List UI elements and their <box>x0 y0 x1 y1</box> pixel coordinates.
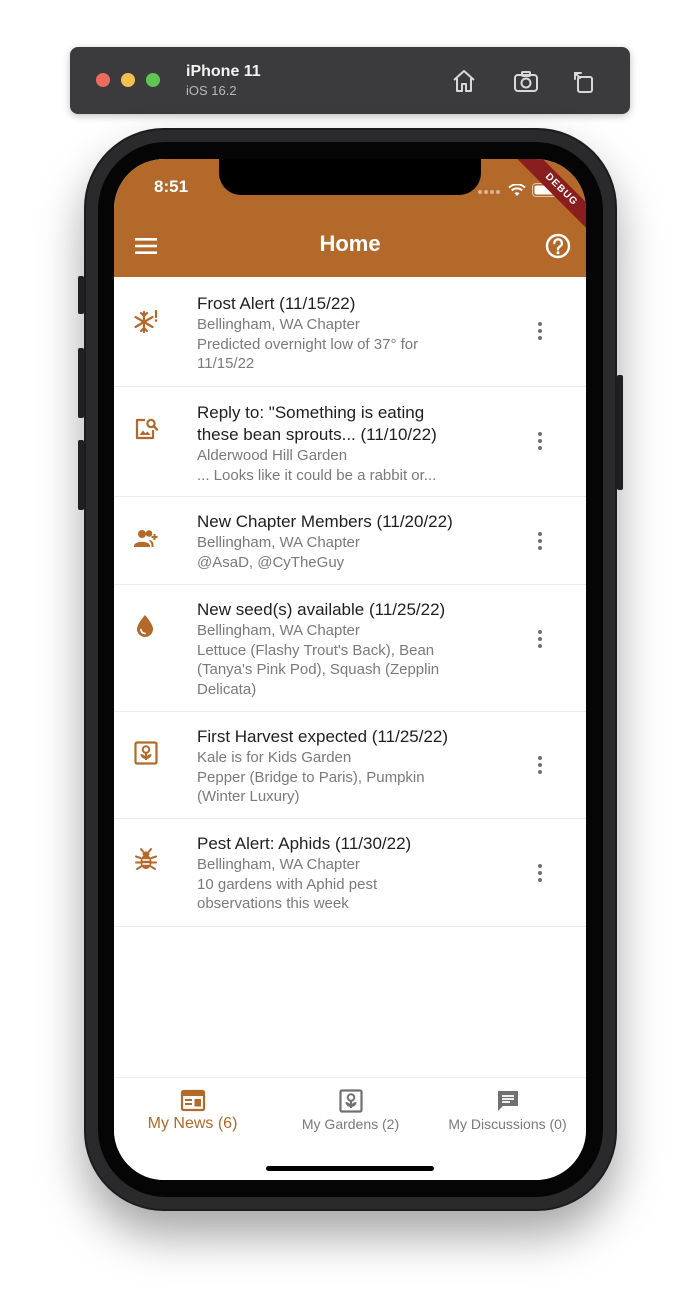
more-options-icon[interactable] <box>532 753 548 777</box>
more-options-icon[interactable] <box>532 529 548 553</box>
item-subtitle: Bellingham, WA Chapter <box>197 534 360 551</box>
frost-alert-icon <box>134 309 158 334</box>
garden-icon <box>134 741 158 765</box>
item-text: New seed(s) available (11/25/22) Belling… <box>197 599 497 699</box>
zoom-window-button[interactable] <box>146 73 160 87</box>
tab-my-discussions[interactable]: My Discussions (0) <box>429 1078 586 1148</box>
item-subtitle: Kale is for Kids Garden <box>197 749 352 766</box>
garden-icon <box>339 1089 363 1113</box>
item-subtitle: Alderwood Hill Garden <box>197 447 348 464</box>
minimize-window-button[interactable] <box>121 73 135 87</box>
rotate-icon[interactable] <box>570 67 598 95</box>
item-text: New Chapter Members (11/20/22) Bellingha… <box>197 511 497 572</box>
item-text: Frost Alert (11/15/22) Bellingham, WA Ch… <box>197 293 497 374</box>
item-detail: 10 gardens with Aphid pest <box>197 875 378 893</box>
tab-label: My Gardens (2) <box>301 1116 400 1132</box>
item-title: Reply to: "Something is eating <box>197 403 425 422</box>
item-detail: ... Looks like it could be a rabbit or..… <box>197 466 437 484</box>
status-time: 8:51 <box>154 177 189 196</box>
item-text: Pest Alert: Aphids (11/30/22) Bellingham… <box>197 833 497 914</box>
item-detail: (Tanya's Pink Pod), Squash (Zepplin <box>197 661 440 678</box>
item-subtitle: Bellingham, WA Chapter <box>197 316 360 333</box>
item-subtitle: Bellingham, WA Chapter <box>197 622 360 639</box>
item-detail: Pepper (Bridge to Paris), Pumpkin <box>197 768 425 786</box>
news-list: Frost Alert (11/15/22) Bellingham, WA Ch… <box>114 277 586 927</box>
app-bar: 8:51 DEBUG Home <box>114 159 586 277</box>
screenshot-icon[interactable] <box>512 67 540 95</box>
item-detail: Lettuce (Flashy Trout's Back), Bean <box>197 641 435 659</box>
chat-icon <box>498 1091 518 1111</box>
list-item[interactable]: Reply to: "Something is eating these bea… <box>114 387 586 497</box>
item-detail: Delicata) <box>197 680 257 698</box>
simulator-toolbar: iPhone 11 iOS 16.2 <box>70 47 630 114</box>
tab-my-news[interactable]: My News (6) <box>114 1078 271 1148</box>
news-icon <box>180 1089 206 1112</box>
item-subtitle: Bellingham, WA Chapter <box>197 856 360 873</box>
list-item[interactable]: Frost Alert (11/15/22) Bellingham, WA Ch… <box>114 277 586 387</box>
item-title: New seed(s) available (11/25/22) <box>197 600 446 619</box>
image-search-icon <box>135 418 159 440</box>
tab-label: My News (6) <box>147 1115 238 1132</box>
page-title: Home <box>319 231 381 256</box>
more-options-icon[interactable] <box>532 627 548 651</box>
item-text: Reply to: "Something is eating these bea… <box>197 402 497 485</box>
group-add-icon <box>134 530 158 547</box>
list-item[interactable]: New seed(s) available (11/25/22) Belling… <box>114 585 586 712</box>
more-options-icon[interactable] <box>532 861 548 885</box>
list-item[interactable]: New Chapter Members (11/20/22) Bellingha… <box>114 497 586 585</box>
home-indicator[interactable] <box>266 1166 434 1171</box>
item-title: First Harvest expected (11/25/22) <box>197 727 449 746</box>
device-name: iPhone 11 <box>186 63 261 80</box>
wifi-icon <box>508 183 526 196</box>
close-window-button[interactable] <box>96 73 110 87</box>
item-detail: @AsaD, @CyTheGuy <box>197 553 345 571</box>
power-button <box>617 375 623 490</box>
item-detail: Predicted overnight low of 37° for <box>197 335 419 353</box>
item-title: these bean sprouts... (11/10/22) <box>197 425 437 444</box>
bottom-navigation: My News (6) My Gardens (2) My Discussion… <box>114 1077 586 1180</box>
list-item[interactable]: First Harvest expected (11/25/22) Kale i… <box>114 712 586 819</box>
item-title: Frost Alert (11/15/22) <box>197 294 356 313</box>
item-detail: 11/15/22 <box>197 355 255 372</box>
water-drop-icon <box>137 615 153 637</box>
signal-dots-icon <box>478 181 502 199</box>
tab-my-gardens[interactable]: My Gardens (2) <box>272 1078 429 1148</box>
notch <box>219 159 481 195</box>
help-icon[interactable] <box>544 232 572 260</box>
item-detail: (Winter Luxury) <box>197 788 300 805</box>
tab-label: My Discussions (0) <box>448 1116 567 1132</box>
item-title: Pest Alert: Aphids (11/30/22) <box>197 834 412 853</box>
more-options-icon[interactable] <box>532 319 548 343</box>
item-detail: observations this week <box>197 895 349 912</box>
item-title: New Chapter Members (11/20/22) <box>197 512 453 531</box>
phone-screen: 8:51 DEBUG Home Frost Alert (11/15/22) B… <box>114 159 586 1180</box>
os-version: iOS 16.2 <box>186 83 237 98</box>
item-text: First Harvest expected (11/25/22) Kale i… <box>197 726 497 807</box>
bug-icon <box>135 848 157 870</box>
home-icon[interactable] <box>450 67 478 95</box>
more-options-icon[interactable] <box>532 429 548 453</box>
list-item[interactable]: Pest Alert: Aphids (11/30/22) Bellingham… <box>114 819 586 927</box>
